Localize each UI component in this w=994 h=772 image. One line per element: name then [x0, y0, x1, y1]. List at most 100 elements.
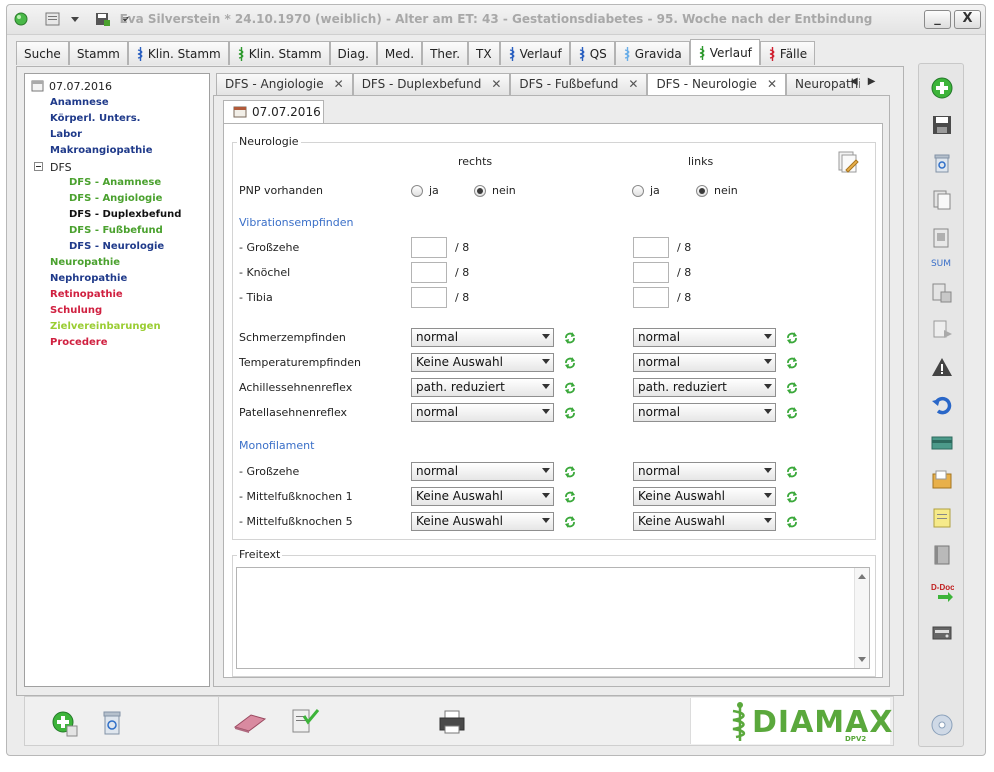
close-button[interactable]: X	[954, 10, 981, 29]
refresh-icon[interactable]	[785, 331, 799, 345]
tree-item-anamnese[interactable]: Anamnese	[50, 97, 109, 108]
tab-ther[interactable]: Ther.	[422, 41, 469, 65]
printer-icon[interactable]	[437, 708, 467, 736]
pnp-left-ja-radio[interactable]	[632, 185, 644, 197]
document-edit-icon[interactable]	[836, 150, 860, 174]
close-tab-icon[interactable]: ✕	[767, 74, 777, 95]
tree-item-koerperl-unters[interactable]: Körperl. Unters.	[50, 113, 140, 124]
refresh-icon[interactable]	[785, 381, 799, 395]
subtab-dfs-angiologie[interactable]: DFS - Angiologie ✕	[216, 73, 353, 95]
refresh-icon[interactable]	[563, 490, 577, 504]
ddoc-button[interactable]: D-Doc	[919, 577, 965, 607]
notepad-button[interactable]	[919, 502, 965, 532]
freitext-scrollbar[interactable]	[854, 568, 869, 668]
refresh-icon[interactable]	[785, 406, 799, 420]
tab-klin-stamm-1[interactable]: Klin. Stamm	[127, 41, 229, 65]
tree-item-zielvereinbarungen[interactable]: Zielvereinbarungen	[50, 321, 161, 332]
tab-diag[interactable]: Diag.	[329, 41, 377, 65]
checklist-icon[interactable]	[290, 706, 320, 736]
tree-item-schulung[interactable]: Schulung	[50, 305, 102, 316]
scanner-button[interactable]	[919, 617, 965, 647]
delete-button[interactable]	[919, 147, 965, 177]
tab-gravida[interactable]: Gravida	[614, 41, 690, 65]
close-tab-icon[interactable]: ✕	[491, 74, 501, 95]
tree-item-dfs-angiologie[interactable]: DFS - Angiologie	[69, 193, 162, 204]
subtab-neuropathie[interactable]: Neuropathie	[786, 73, 860, 95]
undo-button[interactable]	[919, 389, 965, 419]
tab-klin-stamm-2[interactable]: Klin. Stamm	[228, 41, 330, 65]
pnp-left-nein-radio[interactable]	[696, 185, 708, 197]
refresh-icon[interactable]	[563, 331, 577, 345]
schmerz-right-select[interactable]: normal	[411, 328, 554, 347]
add-button[interactable]	[919, 72, 965, 102]
schmerz-left-select[interactable]: normal	[633, 328, 776, 347]
date-tab[interactable]: 07.07.2016	[223, 100, 324, 124]
vibration-left-tibia-input[interactable]	[633, 287, 669, 308]
tree-item-dfs-fussbefund[interactable]: DFS - Fußbefund	[69, 225, 163, 236]
save-button[interactable]	[919, 109, 965, 139]
tab-verlauf-1[interactable]: Verlauf	[499, 41, 570, 65]
scroll-down-icon[interactable]	[858, 657, 866, 662]
tree-item-labor[interactable]: Labor	[50, 129, 82, 140]
vibration-right-tibia-input[interactable]	[411, 287, 447, 308]
mono-mfk1-left-select[interactable]: Keine Auswahl	[633, 487, 776, 506]
tree-item-makroangiopathie[interactable]: Makroangiopathie	[50, 145, 153, 156]
tree-item-procedere[interactable]: Procedere	[50, 337, 108, 348]
mono-grosszehe-left-select[interactable]: normal	[633, 462, 776, 481]
help-button[interactable]	[919, 709, 965, 739]
refresh-icon[interactable]	[785, 465, 799, 479]
tree-item-dfs-anamnese[interactable]: DFS - Anamnese	[69, 177, 161, 188]
temperatur-left-select[interactable]: normal	[633, 353, 776, 372]
tree-item-nephropathie[interactable]: Nephropathie	[50, 273, 127, 284]
refresh-icon[interactable]	[563, 465, 577, 479]
refresh-icon[interactable]	[563, 515, 577, 529]
refresh-icon[interactable]	[785, 490, 799, 504]
copy-document-button[interactable]	[919, 184, 965, 214]
pnp-right-nein-radio[interactable]	[474, 185, 486, 197]
subtab-dfs-fussbefund[interactable]: DFS - Fußbefund ✕	[510, 73, 648, 95]
tab-stamm[interactable]: Stamm	[68, 41, 128, 65]
collapse-icon[interactable]	[34, 162, 43, 171]
patella-left-select[interactable]: normal	[633, 403, 776, 422]
tab-scroll-arrows[interactable]: ◀▶	[850, 76, 885, 87]
close-tab-icon[interactable]: ✕	[628, 74, 638, 95]
scroll-left-icon[interactable]: ◀	[850, 76, 868, 87]
tab-qs[interactable]: QS	[569, 41, 615, 65]
vibration-right-knoechel-input[interactable]	[411, 262, 447, 283]
refresh-icon[interactable]	[563, 356, 577, 370]
tree-root-date[interactable]: 07.07.2016	[49, 80, 112, 93]
mono-mfk5-right-select[interactable]: Keine Auswahl	[411, 512, 554, 531]
tree-item-neuropathie[interactable]: Neuropathie	[50, 257, 120, 268]
recycle-bin-icon[interactable]	[98, 708, 128, 738]
tab-tx[interactable]: TX	[468, 41, 500, 65]
mono-mfk5-left-select[interactable]: Keine Auswahl	[633, 512, 776, 531]
freitext-textarea[interactable]	[236, 567, 870, 669]
close-tab-icon[interactable]: ✕	[334, 74, 344, 95]
scroll-up-icon[interactable]	[858, 574, 866, 579]
vibration-left-grosszehe-input[interactable]	[633, 237, 669, 258]
temperatur-right-select[interactable]: Keine Auswahl	[411, 353, 554, 372]
refresh-icon[interactable]	[563, 406, 577, 420]
scroll-right-icon[interactable]: ▶	[868, 76, 886, 87]
eraser-icon[interactable]	[233, 711, 267, 733]
pnp-right-ja-radio[interactable]	[411, 185, 423, 197]
tree-item-retinopathie[interactable]: Retinopathie	[50, 289, 123, 300]
sum-button[interactable]	[919, 222, 965, 252]
vibration-right-grosszehe-input[interactable]	[411, 237, 447, 258]
warning-button[interactable]	[919, 352, 965, 382]
subtab-dfs-duplexbefund[interactable]: DFS - Duplexbefund ✕	[352, 73, 511, 95]
achilles-left-select[interactable]: path. reduziert	[633, 378, 776, 397]
book-button[interactable]	[919, 539, 965, 569]
tree-item-dfs[interactable]: DFS	[50, 161, 72, 174]
mono-mfk1-right-select[interactable]: Keine Auswahl	[411, 487, 554, 506]
mono-grosszehe-right-select[interactable]: normal	[411, 462, 554, 481]
tab-med[interactable]: Med.	[376, 41, 423, 65]
folder-button[interactable]	[919, 464, 965, 494]
achilles-right-select[interactable]: path. reduziert	[411, 378, 554, 397]
document-attach-button[interactable]	[919, 277, 965, 307]
add-entry-icon[interactable]	[51, 710, 79, 738]
refresh-icon[interactable]	[563, 381, 577, 395]
tree-item-dfs-duplexbefund[interactable]: DFS - Duplexbefund	[69, 209, 181, 220]
vibration-left-knoechel-input[interactable]	[633, 262, 669, 283]
tab-faelle[interactable]: Fälle	[759, 41, 816, 65]
